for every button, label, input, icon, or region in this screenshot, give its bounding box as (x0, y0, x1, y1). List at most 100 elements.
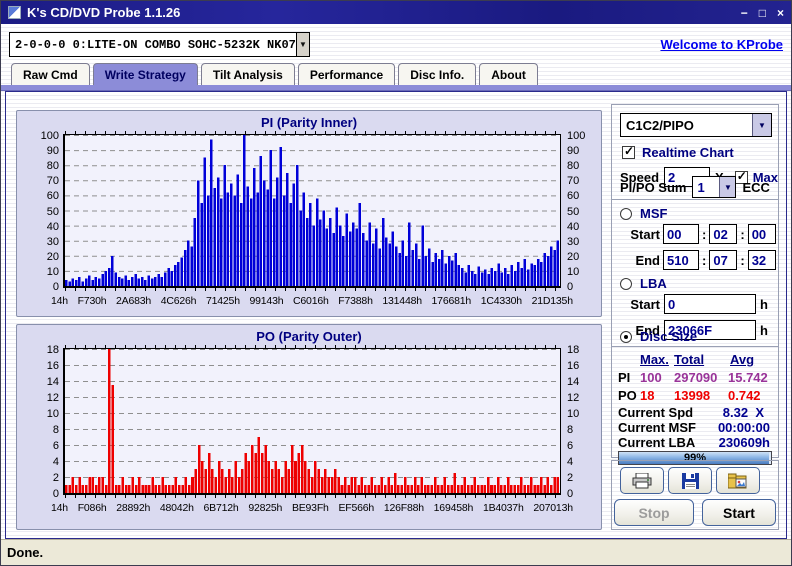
start-button[interactable]: Start (702, 499, 776, 526)
current-spd-value: 8.32 X (722, 405, 764, 420)
x-tick-label: F730h (77, 295, 107, 307)
x-tick-label: 207013h (533, 502, 573, 514)
lba-start-input[interactable] (664, 294, 756, 314)
msf-end-sec-input[interactable] (709, 250, 738, 270)
po-x-axis-labels: 14h F086h 28892h 48042h 6B712h 92825h BE93Fh EF… (51, 502, 573, 514)
window-title: K's CD/DVD Probe 1.1.26 (27, 5, 181, 20)
x-tick-label: 169458h (433, 502, 474, 514)
pi-chart: PI (Parity Inner) 0 10 20 30 40 50 60 70 80 90 100… (16, 110, 602, 317)
msf-start-frame-input[interactable] (747, 224, 776, 244)
x-tick-label: 14h (51, 502, 68, 514)
print-button[interactable] (620, 467, 664, 494)
pi-row-label: PI (618, 370, 631, 385)
x-tick-label: 21D135h (531, 295, 573, 307)
x-tick-label: 28892h (116, 502, 151, 514)
po-avg-value: 0.742 (728, 388, 761, 403)
x-tick-label: 92825h (248, 502, 283, 514)
tab-disc-info[interactable]: Disc Info. (398, 63, 477, 85)
chevron-down-icon: ▼ (724, 182, 732, 192)
msf-start-min-input[interactable] (663, 224, 699, 244)
lba-label: LBA (640, 276, 667, 291)
range-group: MSF Start : : End : : (611, 199, 779, 347)
x-tick-label: 1C4330h (480, 295, 522, 307)
status-text: Done. (7, 545, 44, 560)
msf-end-label: End (635, 252, 660, 268)
tab-about[interactable]: About (479, 63, 538, 85)
msf-end-frame-input[interactable] (747, 250, 776, 270)
po-row-label: PO (618, 388, 637, 403)
ecc-label: ECC (742, 179, 770, 195)
pi-x-axis-labels: 14h F730h 2A683h 4C626h 71425h 99143h C6016h F7… (51, 295, 573, 307)
disc-size-radio[interactable] (620, 330, 632, 343)
current-msf-label: Current MSF (618, 420, 696, 435)
x-tick-label: 6B712h (203, 502, 239, 514)
x-tick-label: 99143h (249, 295, 284, 307)
lba-start-label: Start (630, 296, 660, 312)
tab-tilt-analysis[interactable]: Tilt Analysis (200, 63, 295, 85)
tab-bar: Raw Cmd Write Strategy Tilt Analysis Per… (11, 63, 538, 85)
x-tick-label: 48042h (159, 502, 194, 514)
lba-start-unit: h (760, 296, 768, 312)
minimize-icon[interactable]: − (741, 7, 748, 19)
x-tick-label: C6016h (293, 295, 329, 307)
printer-icon (632, 472, 652, 488)
x-tick-label: F7388h (338, 295, 373, 307)
tab-performance[interactable]: Performance (297, 63, 396, 85)
msf-end-min-input[interactable] (663, 250, 699, 270)
tab-write-strategy[interactable]: Write Strategy (92, 63, 198, 85)
actions-group: Stop Start (611, 460, 779, 530)
po-total-value: 13998 (674, 388, 711, 403)
current-spd-label: Current Spd (618, 405, 694, 420)
maximize-icon[interactable]: □ (759, 7, 766, 19)
stop-button[interactable]: Stop (614, 499, 694, 526)
x-tick-label: 14h (51, 295, 68, 307)
pi-plot-area (63, 131, 561, 291)
app-icon (8, 6, 21, 19)
current-lba-value: 230609h (718, 435, 770, 450)
tab-raw-cmd[interactable]: Raw Cmd (11, 63, 90, 85)
drive-selector-value: 2-0-0-0 0:LITE-ON COMBO SOHC-5232K NK07 (15, 37, 296, 52)
msf-separator: : (702, 226, 707, 242)
pi-max-value: 100 (640, 370, 662, 385)
x-tick-label: 2A683h (116, 295, 152, 307)
pi-total-value: 297090 (674, 370, 718, 385)
drive-selector-dropdown-button[interactable]: ▼ (295, 33, 309, 56)
msf-radio[interactable] (620, 207, 632, 220)
pipo-sum-dropdown-button[interactable]: ▼ (719, 177, 736, 197)
chevron-down-icon: ▼ (298, 40, 307, 49)
save-image-button[interactable] (716, 467, 760, 494)
mode-select-value: C1C2/PIPO (626, 117, 694, 133)
x-tick-label: 176681h (431, 295, 472, 307)
msf-start-label: Start (630, 226, 660, 242)
disc-size-label: Disc Size (640, 329, 698, 344)
welcome-link[interactable]: Welcome to KProbe (660, 37, 783, 52)
lba-end-unit: h (760, 322, 768, 338)
lba-radio[interactable] (620, 277, 632, 290)
realtime-chart-checkbox[interactable] (622, 144, 635, 159)
x-tick-label: 126F88h (383, 502, 424, 514)
status-bar: Done. (1, 539, 791, 565)
x-tick-label: F086h (77, 502, 107, 514)
x-tick-label: 71425h (206, 295, 240, 307)
msf-label: MSF (640, 206, 668, 221)
folder-image-icon (728, 473, 747, 488)
main-panel: PI (Parity Inner) 0 10 20 30 40 50 60 70 80 90 100… (5, 91, 787, 539)
mode-select[interactable]: C1C2/PIPO ▼ (620, 113, 772, 137)
window-body: 2-0-0-0 0:LITE-ON COMBO SOHC-5232K NK07 … (1, 24, 791, 565)
stats-group: Max. Total Avg PI 100 297090 15.742 PO 1… (611, 346, 779, 465)
msf-separator: : (740, 252, 745, 268)
x-tick-label: BE93Fh (291, 502, 329, 514)
close-icon[interactable]: × (777, 7, 784, 19)
msf-start-sec-input[interactable] (709, 224, 738, 244)
pipo-sum-select[interactable]: 1 ▼ (692, 176, 737, 198)
msf-separator: : (740, 226, 745, 242)
stats-header-max: Max. (640, 352, 669, 367)
realtime-chart-label: Realtime Chart (642, 145, 734, 160)
drive-selector[interactable]: 2-0-0-0 0:LITE-ON COMBO SOHC-5232K NK07 … (9, 32, 310, 57)
window-controls: − □ × (741, 7, 784, 19)
x-tick-label: 1B4037h (482, 502, 524, 514)
save-button[interactable] (668, 467, 712, 494)
po-chart-title: PO (Parity Outer) (256, 329, 362, 344)
mode-select-dropdown-button[interactable]: ▼ (752, 114, 771, 136)
po-plot-area (63, 345, 561, 498)
